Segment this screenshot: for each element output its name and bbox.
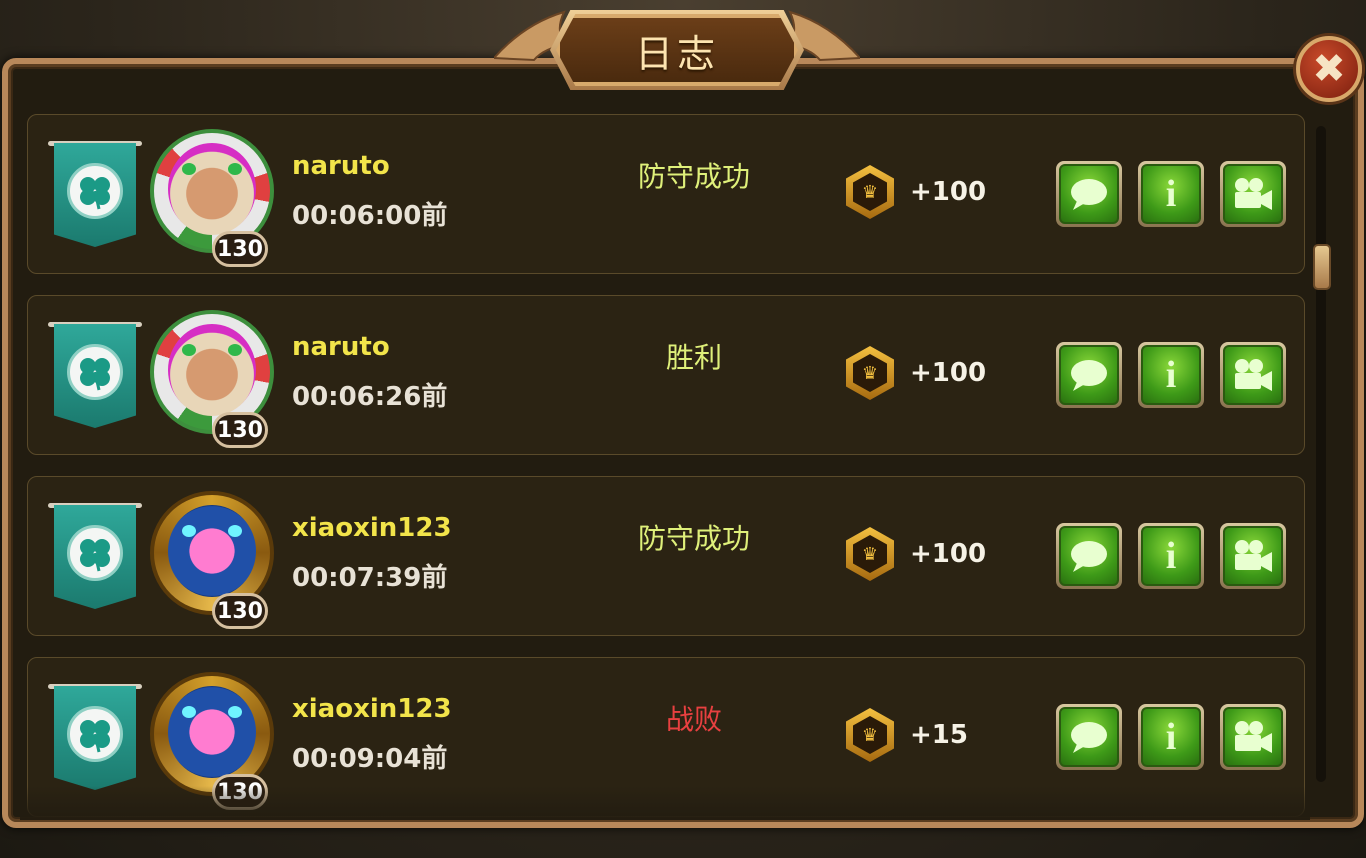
dialog-title: 日志 bbox=[634, 31, 719, 76]
level-badge: 130 bbox=[212, 231, 268, 267]
log-entry-row: 130 naruto 00:06:26前 胜利 ♛ +100 i bbox=[27, 295, 1305, 455]
points-change: +100 bbox=[910, 358, 987, 388]
replay-button[interactable] bbox=[1220, 342, 1286, 408]
points-change: +15 bbox=[910, 720, 968, 750]
chat-button[interactable] bbox=[1056, 161, 1122, 227]
replay-button[interactable] bbox=[1220, 161, 1286, 227]
chat-bubble-icon bbox=[1071, 360, 1107, 391]
avatar-eyes bbox=[182, 706, 242, 720]
battle-result: 防守成功 bbox=[637, 522, 750, 555]
video-camera-icon bbox=[1235, 359, 1272, 391]
info-button[interactable]: i bbox=[1138, 704, 1204, 770]
close-button[interactable]: ✖ bbox=[1296, 36, 1362, 102]
title-plaque: 日志 bbox=[556, 14, 798, 86]
clover-emblem bbox=[67, 163, 123, 219]
battle-result: 胜利 bbox=[665, 341, 722, 374]
clover-banner-icon bbox=[54, 324, 136, 428]
time-ago: 00:06:26前 bbox=[292, 382, 448, 412]
video-camera-icon bbox=[1235, 721, 1272, 753]
clover-emblem bbox=[67, 525, 123, 581]
player-name: xiaoxin123 bbox=[292, 513, 452, 543]
clover-icon bbox=[80, 358, 110, 391]
clover-icon bbox=[80, 539, 110, 572]
time-ago: 00:06:00前 bbox=[292, 201, 448, 231]
log-entry-row: 130 xiaoxin123 00:07:39前 防守成功 ♛ +100 i bbox=[27, 476, 1305, 636]
crown-medal-icon: ♛ bbox=[846, 708, 894, 762]
clover-banner-icon bbox=[54, 686, 136, 790]
player-name: naruto bbox=[292, 332, 390, 362]
avatar-portrait bbox=[168, 505, 256, 597]
avatar-eyes bbox=[182, 344, 242, 358]
avatar-portrait bbox=[168, 324, 256, 416]
scrollbar-track[interactable] bbox=[1316, 126, 1326, 782]
avatar-portrait bbox=[168, 686, 256, 778]
chat-bubble-icon bbox=[1071, 541, 1107, 572]
crown-medal-icon: ♛ bbox=[846, 527, 894, 581]
scrollbar-thumb[interactable] bbox=[1313, 244, 1331, 290]
avatar-portrait bbox=[168, 143, 256, 235]
avatar-eyes bbox=[182, 525, 242, 539]
clover-banner-icon bbox=[54, 143, 136, 247]
info-button[interactable]: i bbox=[1138, 523, 1204, 589]
points-change: +100 bbox=[910, 177, 987, 207]
crown-icon: ♛ bbox=[853, 173, 887, 211]
battle-result: 战败 bbox=[665, 703, 722, 736]
info-button[interactable]: i bbox=[1138, 161, 1204, 227]
info-button[interactable]: i bbox=[1138, 342, 1204, 408]
clover-icon bbox=[80, 177, 110, 210]
info-icon: i bbox=[1165, 535, 1177, 577]
level-badge: 130 bbox=[212, 412, 268, 448]
close-icon: ✖ bbox=[1312, 46, 1346, 92]
log-entry-row: 130 naruto 00:06:00前 防守成功 ♛ +100 i bbox=[27, 114, 1305, 274]
crown-icon: ♛ bbox=[853, 354, 887, 392]
replay-button[interactable] bbox=[1220, 704, 1286, 770]
player-avatar[interactable]: 130 bbox=[142, 664, 282, 810]
player-avatar[interactable]: 130 bbox=[142, 121, 282, 267]
info-icon: i bbox=[1165, 716, 1177, 758]
crown-medal-icon: ♛ bbox=[846, 165, 894, 219]
clover-emblem bbox=[67, 706, 123, 762]
time-ago: 00:07:39前 bbox=[292, 563, 448, 593]
info-icon: i bbox=[1165, 173, 1177, 215]
points-change: +100 bbox=[910, 539, 987, 569]
crown-icon: ♛ bbox=[853, 716, 887, 754]
crown-icon: ♛ bbox=[853, 535, 887, 573]
player-name: xiaoxin123 bbox=[292, 694, 452, 724]
battle-result: 防守成功 bbox=[637, 160, 750, 193]
chat-button[interactable] bbox=[1056, 523, 1122, 589]
avatar-eyes bbox=[182, 163, 242, 177]
crown-medal-icon: ♛ bbox=[846, 346, 894, 400]
chat-bubble-icon bbox=[1071, 179, 1107, 210]
chat-button[interactable] bbox=[1056, 704, 1122, 770]
player-avatar[interactable]: 130 bbox=[142, 302, 282, 448]
chat-bubble-icon bbox=[1071, 722, 1107, 753]
level-badge: 130 bbox=[212, 593, 268, 629]
chat-button[interactable] bbox=[1056, 342, 1122, 408]
video-camera-icon bbox=[1235, 540, 1272, 572]
clover-icon bbox=[80, 720, 110, 753]
clover-emblem bbox=[67, 344, 123, 400]
replay-button[interactable] bbox=[1220, 523, 1286, 589]
player-name: naruto bbox=[292, 151, 390, 181]
list-bottom-fade bbox=[20, 786, 1310, 820]
time-ago: 00:09:04前 bbox=[292, 744, 448, 774]
info-icon: i bbox=[1165, 354, 1177, 396]
player-avatar[interactable]: 130 bbox=[142, 483, 282, 629]
clover-banner-icon bbox=[54, 505, 136, 609]
video-camera-icon bbox=[1235, 178, 1272, 210]
